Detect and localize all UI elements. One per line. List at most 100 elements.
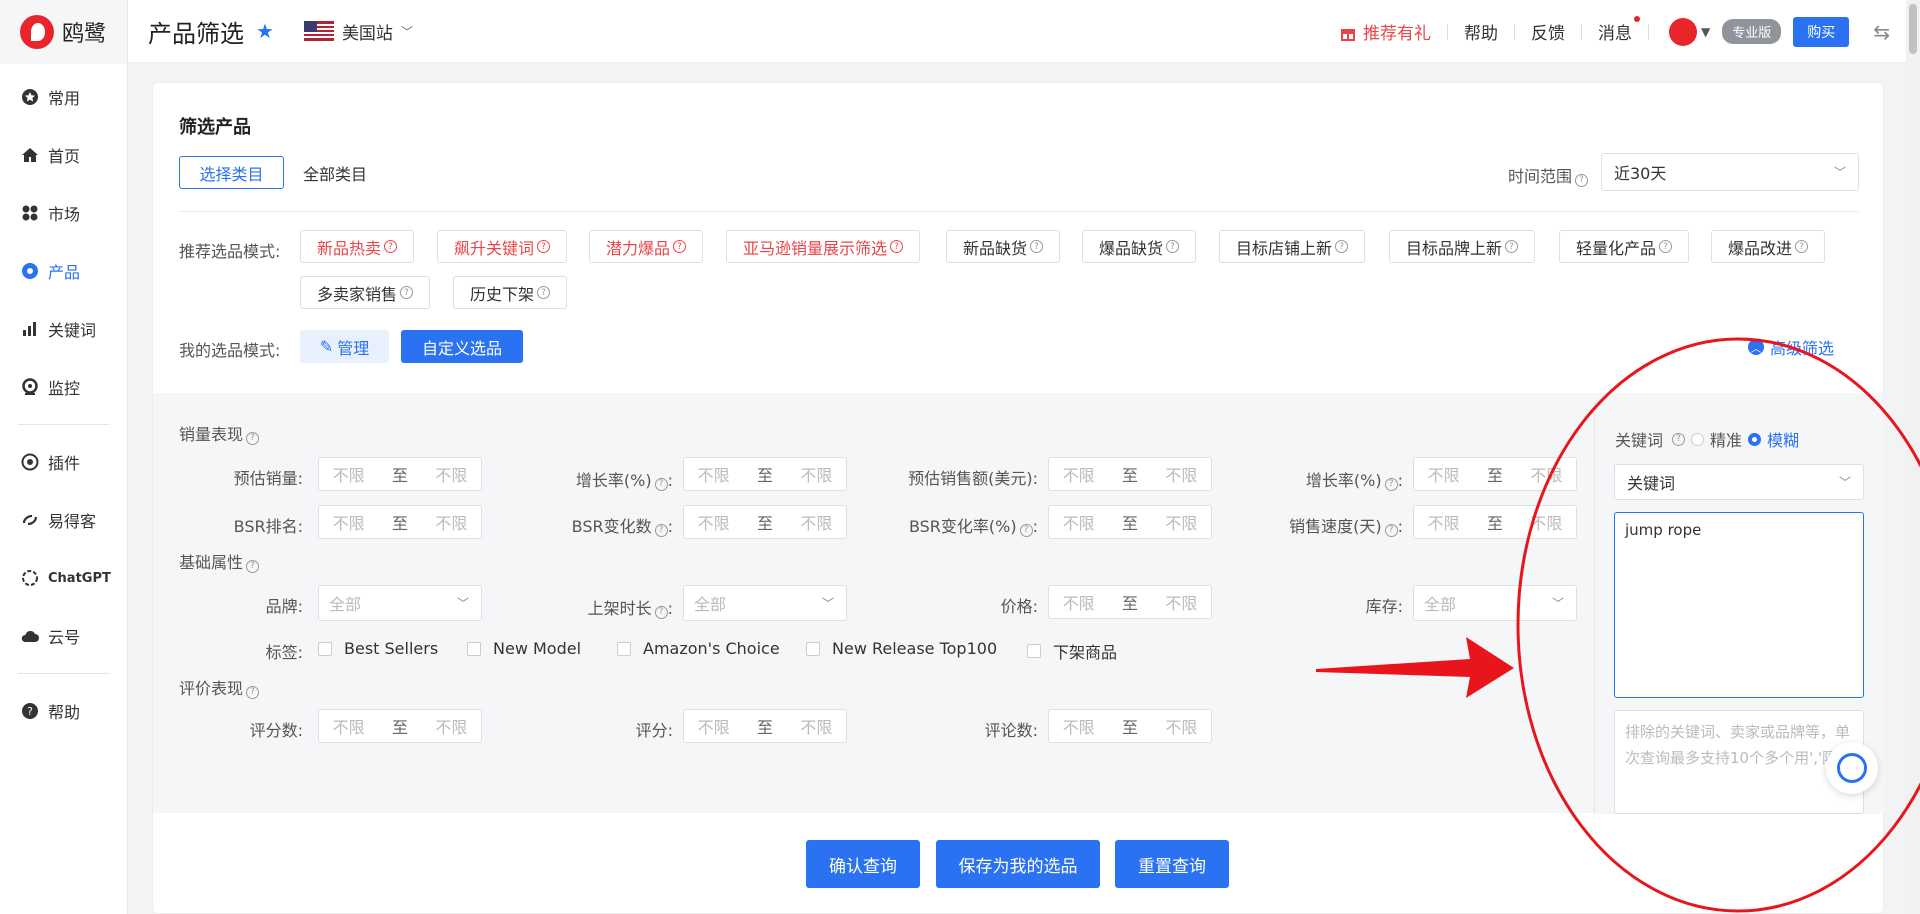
section-review: 评价表现? [179,675,260,699]
checkbox[interactable] [617,641,631,656]
sidebar-item-common[interactable]: 常用 [0,68,127,126]
question-icon: ? [246,685,260,699]
radio-exact-label[interactable]: 精准 [1710,427,1742,451]
review-count-range[interactable]: 不限 至 不限 [1048,709,1212,743]
time-range-value: 近30天 [1614,164,1667,183]
help-link[interactable]: 帮助 [1448,19,1514,44]
mode-chip[interactable]: 潜力爆品? [589,230,704,263]
recommend-gift-link[interactable]: 推荐有礼 [1323,19,1447,44]
checkbox[interactable] [318,641,332,656]
mode-chip[interactable]: 多卖家销售? [300,276,431,309]
bsr-range[interactable]: 不限 至 不限 [318,505,482,539]
mode-chip[interactable]: 新品热卖? [300,230,415,263]
est-sales-range[interactable]: 不限 至 不限 [318,457,482,491]
mode-chip[interactable]: 亚马逊销量展示筛选? [726,230,921,263]
sidebar-item-yideke[interactable]: 易得客 [0,491,127,549]
sidebar-item-chatgpt[interactable]: ChatGPT [0,549,127,607]
rating-count-label: 评分数: [249,721,303,740]
reset-query-button[interactable]: 重置查询 [1115,840,1229,888]
sidebar-item-monitor[interactable]: 监控 [0,358,127,416]
mode-chip[interactable]: 轻量化产品? [1559,230,1690,263]
sidebar-item-market[interactable]: 市场 [0,184,127,242]
mode-chip[interactable]: 新品缺货? [946,230,1061,263]
keyword-textarea[interactable]: jump rope [1614,512,1864,698]
buy-button[interactable]: 购买 [1793,16,1850,47]
tag-new-model[interactable]: New Model [467,639,581,658]
price-range[interactable]: 不限 至 不限 [1048,585,1212,619]
question-icon: ? [1505,240,1519,253]
bsr-change-range[interactable]: 不限 至 不限 [683,505,847,539]
swap-icon[interactable]: ⇆ [1873,20,1890,44]
question-icon[interactable]: ? [1575,173,1589,187]
checkbox[interactable] [467,641,481,656]
est-revenue-range[interactable]: 不限 至 不限 [1048,457,1212,491]
feedback-link[interactable]: 反馈 [1515,19,1581,44]
radio-fuzzy-label[interactable]: 模糊 [1767,427,1799,451]
confirm-query-button[interactable]: 确认查询 [806,840,920,888]
tag-amazons-choice[interactable]: Amazon's Choice [617,639,780,658]
help-icon: ? [20,701,40,721]
growth-range[interactable]: 不限 至 不限 [683,457,847,491]
tag-new-release-top100[interactable]: New Release Top100 [806,639,997,658]
manage-button[interactable]: ✎ 管理 [300,330,389,363]
growth-text: 增长率(%) [575,471,652,490]
rating-range[interactable]: 不限 至 不限 [683,709,847,743]
mode-chip[interactable]: 爆品缺货? [1082,230,1197,263]
advanced-filter-toggle[interactable]: ︿ 高级筛选 [1748,335,1834,359]
sidebar-item-label: 云号 [48,628,81,647]
mode-chip[interactable]: 爆品改进? [1711,230,1826,263]
mode-chip[interactable]: 历史下架? [453,276,568,309]
listing-age-select[interactable]: 全部 ﹀ [683,585,847,621]
tab-all-categories[interactable]: 全部类目 [303,156,367,189]
site-selector[interactable]: 美国站 ﹀ [303,19,413,44]
avatar[interactable] [1668,17,1697,46]
stock-select[interactable]: 全部 ﹀ [1413,585,1577,621]
mode-chip[interactable]: 飙升关键词? [437,230,568,263]
custom-select-button[interactable]: 自定义选品 [401,330,523,363]
radio-fuzzy[interactable] [1748,432,1762,446]
question-icon: ? [537,240,551,253]
tag-delisted[interactable]: 下架商品 [1027,639,1117,663]
mode-chip-label: 潜力爆品 [606,238,671,258]
range-to: 至 [756,718,773,737]
bsr-label: BSR排名: [233,517,303,536]
bird-logo-icon [20,15,54,49]
customer-service-icon[interactable] [1826,742,1878,794]
sidebar-item-plugin[interactable]: 插件 [0,433,127,491]
sales-speed-range[interactable]: 不限 至 不限 [1413,505,1577,539]
checkbox[interactable] [1027,644,1041,658]
sidebar-item-home[interactable]: 首页 [0,126,127,184]
sidebar-item-keyword[interactable]: 关键词 [0,300,127,358]
page-scrollbar[interactable] [1906,0,1920,914]
checkbox[interactable] [806,641,820,656]
radio-exact[interactable] [1691,432,1705,446]
mode-chip[interactable]: 目标品牌上新? [1389,230,1536,263]
keyword-type-select[interactable]: 关键词 ﹀ [1614,464,1864,500]
tag-best-sellers[interactable]: Best Sellers [318,639,438,658]
caret-down-icon[interactable]: ▼ [1701,25,1710,39]
rating-count-range[interactable]: 不限 至 不限 [318,709,482,743]
brand-logo[interactable]: 鸥鹭 [0,0,127,64]
growth2-range[interactable]: 不限 至 不限 [1413,457,1577,491]
question-icon: ? [1384,477,1398,491]
save-selection-button[interactable]: 保存为我的选品 [936,840,1100,888]
sidebar-item-cloud[interactable]: 云号 [0,607,127,665]
time-range-select[interactable]: 近30天 ﹀ [1601,153,1859,191]
mode-chip-label: 多卖家销售 [317,284,398,304]
mode-chip-label: 飙升关键词 [454,238,535,258]
favorite-star-icon[interactable]: ★ [256,19,274,43]
advanced-filter-label: 高级筛选 [1770,339,1835,358]
eye-icon [20,261,40,281]
star-badge-icon [20,87,40,107]
bsr-change-rate-range[interactable]: 不限 至 不限 [1048,505,1212,539]
tab-select-category[interactable]: 选择类目 [179,156,284,189]
sidebar-item-product[interactable]: 产品 [0,242,127,300]
sidebar-item-label: 易得客 [48,512,97,531]
chevron-down-icon: ﹀ [821,596,834,611]
listing-age-text: 上架时长 [587,599,652,618]
mode-chip[interactable]: 目标店铺上新? [1219,230,1366,263]
mode-chip-label: 目标店铺上新 [1236,238,1333,258]
brand-select[interactable]: 全部 ﹀ [318,585,482,621]
sidebar-item-help[interactable]: ? 帮助 [0,682,127,740]
messages-link[interactable]: 消息 [1582,16,1648,44]
